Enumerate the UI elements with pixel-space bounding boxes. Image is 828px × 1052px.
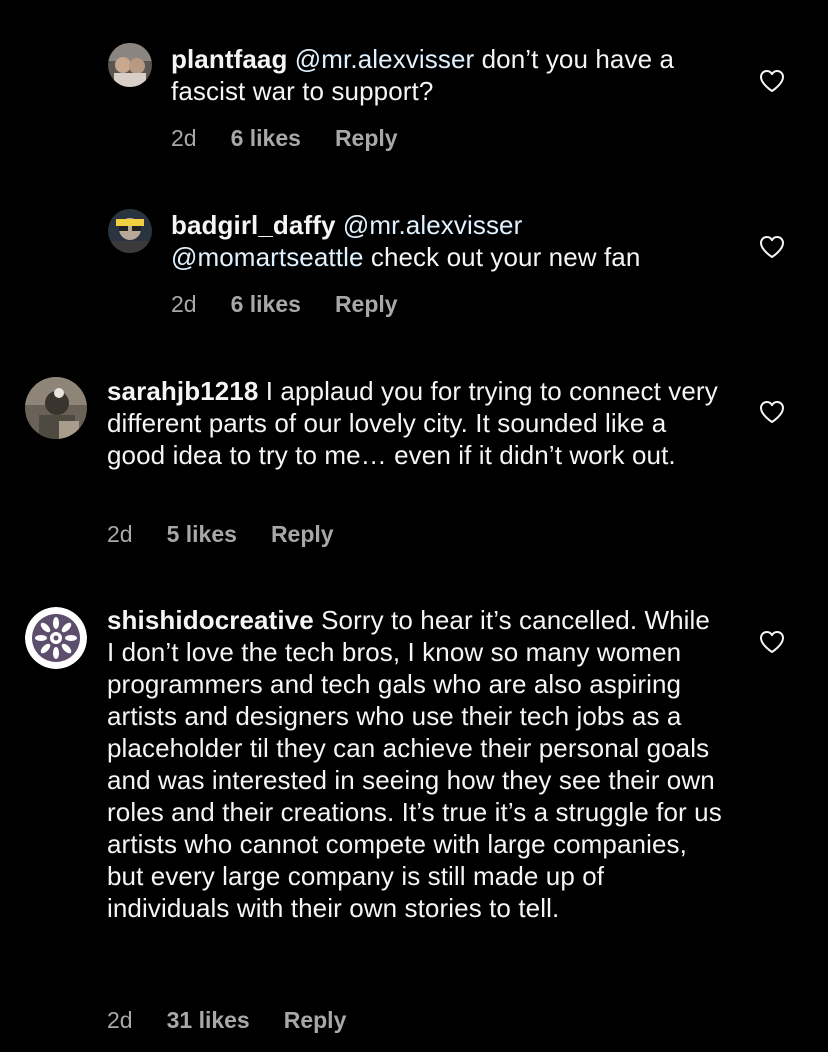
heart-outline-icon[interactable] — [759, 400, 785, 424]
heart-outline-icon[interactable] — [759, 69, 785, 93]
profile-photo — [25, 377, 87, 439]
comment-text: plantfaag @mr.alexvisser don’t you have … — [171, 43, 731, 107]
comment-mention[interactable]: @mr.alexvisser — [295, 44, 475, 74]
comment-username[interactable]: badgirl_daffy — [171, 210, 336, 240]
profile-photo — [108, 209, 152, 253]
comment-mention[interactable]: @momartseattle — [171, 242, 364, 272]
avatar[interactable] — [108, 43, 152, 87]
comment-likes[interactable]: 6 likes — [231, 290, 301, 318]
profile-photo — [108, 43, 152, 87]
flower-logo — [25, 607, 87, 669]
heart-outline-icon[interactable] — [759, 630, 785, 654]
reply-button[interactable]: Reply — [284, 1006, 347, 1034]
comment-time: 2d — [171, 125, 197, 151]
comment-time: 2d — [107, 521, 133, 547]
comment-text: badgirl_daffy @mr.alexvisser @momartseat… — [171, 209, 731, 273]
comment-mention[interactable]: @mr.alexvisser — [343, 210, 523, 240]
avatar[interactable] — [25, 607, 87, 669]
reply-button[interactable]: Reply — [335, 290, 398, 318]
comment-likes[interactable]: 5 likes — [167, 520, 237, 548]
comment-time: 2d — [107, 1007, 133, 1033]
comment-text: sarahjb1218 I applaud you for trying to … — [107, 375, 722, 471]
comment-body: Sorry to hear it’s cancelled. While I do… — [107, 605, 722, 923]
heart-outline-icon[interactable] — [759, 235, 785, 259]
comment-likes[interactable]: 6 likes — [231, 124, 301, 152]
comment-meta: 2d 5 likes Reply — [107, 520, 334, 548]
comment-username[interactable]: plantfaag — [171, 44, 287, 74]
reply-button[interactable]: Reply — [335, 124, 398, 152]
comment-username[interactable]: shishidocreative — [107, 605, 314, 635]
comment-meta: 2d 6 likes Reply — [171, 290, 398, 318]
avatar[interactable] — [25, 377, 87, 439]
comment-username[interactable]: sarahjb1218 — [107, 376, 258, 406]
comment-meta: 2d 31 likes Reply — [107, 1006, 346, 1034]
comment-body: check out your new fan — [363, 242, 641, 272]
avatar[interactable] — [108, 209, 152, 253]
reply-button[interactable]: Reply — [271, 520, 334, 548]
comment-meta: 2d 6 likes Reply — [171, 124, 398, 152]
comment-text: shishidocreative Sorry to hear it’s canc… — [107, 604, 722, 924]
comment-time: 2d — [171, 291, 197, 317]
comment-likes[interactable]: 31 likes — [167, 1006, 250, 1034]
